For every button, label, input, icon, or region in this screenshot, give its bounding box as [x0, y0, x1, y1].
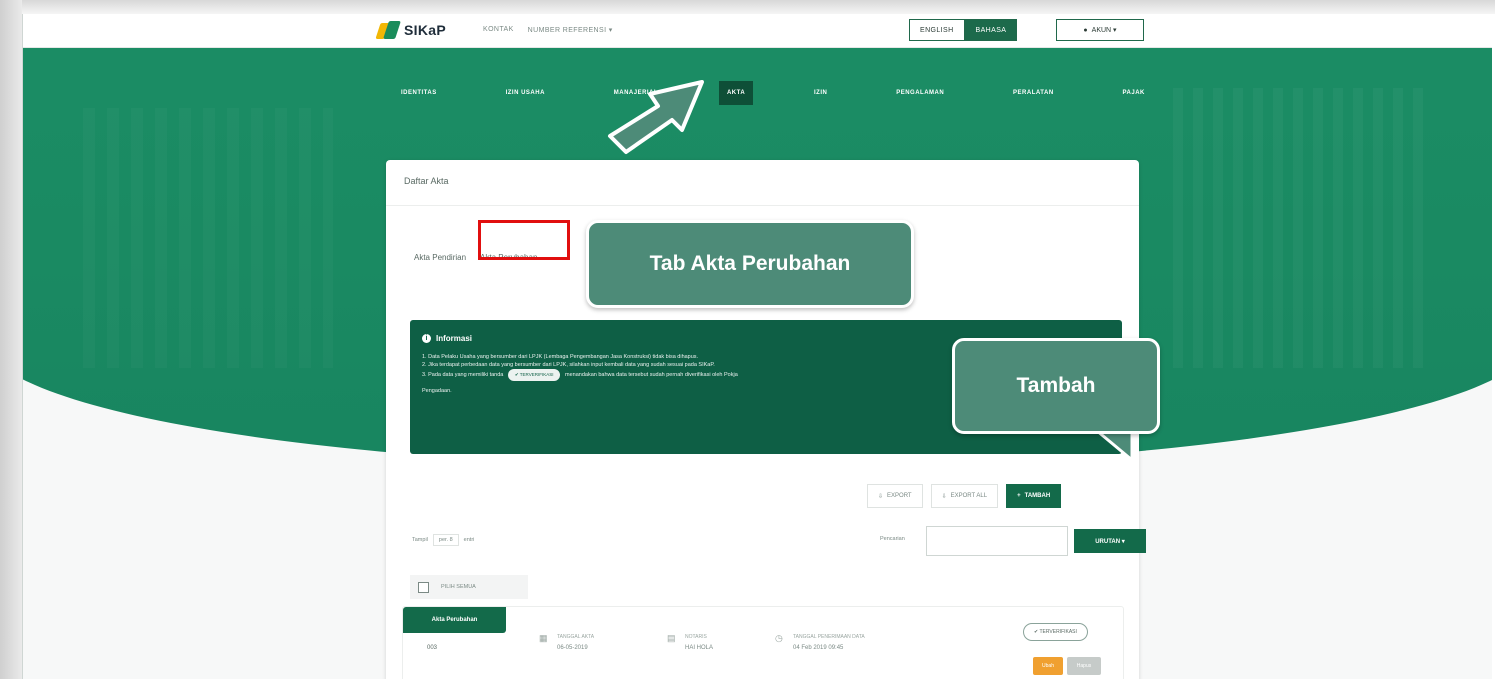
export-all-icon: ⇩	[941, 493, 947, 500]
export-label: EXPORT	[887, 493, 912, 499]
export-all-button[interactable]: ⇩ EXPORT ALL	[930, 484, 999, 508]
tanggal-label: TANGGAL AKTA	[557, 634, 595, 640]
select-all-checkbox[interactable]	[418, 581, 429, 593]
export-icon: ⇩	[878, 493, 884, 500]
notaris-label: NOTARIS	[685, 634, 707, 640]
col-tanggal: ▦ TANGGAL AKTA 06-05-2019	[539, 633, 594, 655]
show-entries: Tampil per. 8 entri	[412, 534, 474, 546]
show-suffix: entri	[463, 537, 475, 543]
calendar-icon: ▦	[539, 633, 548, 643]
plus-icon: +	[1017, 493, 1021, 499]
export-button[interactable]: ⇩ EXPORT	[867, 484, 923, 508]
menu-pajak[interactable]: PAJAK	[1115, 81, 1153, 105]
col-notaris: ▤ NOTARIS HAI HOLA	[667, 633, 713, 655]
penerimaan-value: 04 Feb 2019 09:45	[793, 645, 844, 651]
verified-pill: ✔ TERVERIFIKASI	[507, 369, 561, 381]
document-icon: ▤	[667, 633, 676, 643]
language-switch: ENGLISH BAHASA	[909, 19, 1018, 41]
penerimaan-label: TANGGAL PENERIMAAN DATA	[793, 634, 865, 640]
menu-izin[interactable]: IZIN	[806, 81, 835, 105]
select-all-label: PILIH SEMUA	[441, 584, 476, 590]
main-menu: IDENTITAS IZIN USAHA MANAJERIAL AKTA IZI…	[393, 81, 1153, 105]
top-nav: KONTAK NUMBER REFERENSI ▾	[483, 26, 613, 34]
row-type-tag: Akta Perubahan	[403, 607, 506, 633]
edit-button[interactable]: Ubah	[1033, 657, 1063, 675]
info-icon: i	[422, 334, 431, 343]
hero-building-left	[83, 108, 333, 368]
verified-badge: ✔ TERVERIFIKASI	[1023, 623, 1088, 641]
account-dropdown[interactable]: ● AKUN ▾	[1056, 19, 1144, 41]
search-input[interactable]	[926, 526, 1068, 556]
delete-button[interactable]: Hapus	[1067, 657, 1101, 675]
clock-icon: ◷	[775, 633, 783, 643]
tambah-label: TAMBAH	[1024, 493, 1051, 499]
top-nav-kontak[interactable]: KONTAK	[483, 26, 514, 34]
browser-viewport: SIKaP KONTAK NUMBER REFERENSI ▾ ENGLISH …	[22, 14, 1492, 679]
select-all[interactable]: PILIH SEMUA	[410, 575, 528, 599]
row-number: 003	[427, 645, 438, 651]
account-label: AKUN ▾	[1091, 27, 1117, 34]
tanggal-value: 06-05-2019	[557, 645, 588, 651]
info-line-3a: 3. Pada data yang memiliki tanda	[422, 372, 504, 378]
logo-icon	[375, 21, 401, 39]
callout-tambah: Tambah	[952, 338, 1160, 434]
tambah-button[interactable]: + TAMBAH	[1006, 484, 1062, 508]
table-controls: Tampil per. 8 entri Pencarian URUTAN ▾	[412, 526, 1146, 556]
menu-izin-usaha[interactable]: IZIN USAHA	[498, 81, 553, 105]
frame-shadow-left	[0, 0, 22, 679]
screenshot-frame: SIKaP KONTAK NUMBER REFERENSI ▾ ENGLISH …	[0, 0, 1495, 679]
show-label: Tampil	[412, 537, 428, 543]
lang-english-button[interactable]: ENGLISH	[909, 19, 965, 41]
callout-tab-akta-perubahan: Tab Akta Perubahan	[586, 220, 914, 308]
menu-pengalaman[interactable]: PENGALAMAN	[888, 81, 952, 105]
info-title-text: Informasi	[436, 334, 473, 343]
menu-akta[interactable]: AKTA	[718, 81, 754, 105]
tab-akta-pendirian[interactable]: Akta Pendirian	[412, 249, 468, 266]
action-buttons: ⇩ EXPORT ⇩ EXPORT ALL + TAMBAH	[867, 484, 1062, 508]
menu-peralatan[interactable]: PERALATAN	[1005, 81, 1062, 105]
user-icon: ●	[1083, 26, 1088, 34]
hero-building-right	[1173, 88, 1423, 368]
frame-shadow-top	[0, 0, 1495, 14]
app-logo[interactable]: SIKaP	[375, 21, 446, 39]
export-all-label: EXPORT ALL	[950, 493, 988, 499]
menu-identitas[interactable]: IDENTITAS	[393, 81, 445, 105]
notaris-value: HAI HOLA	[685, 645, 714, 651]
sort-button[interactable]: URUTAN ▾	[1074, 529, 1146, 553]
top-nav-referensi[interactable]: NUMBER REFERENSI ▾	[528, 26, 613, 34]
col-penerimaan: ◷ TANGGAL PENERIMAAN DATA 04 Feb 2019 09…	[775, 633, 865, 655]
lang-bahasa-button[interactable]: BAHASA	[964, 19, 1018, 41]
card-title: Daftar Akta	[386, 160, 1139, 206]
logo-text: SIKaP	[404, 22, 446, 38]
show-select[interactable]: per. 8	[432, 534, 459, 546]
search-label: Pencarian	[880, 536, 905, 542]
top-bar: SIKaP KONTAK NUMBER REFERENSI ▾ ENGLISH …	[23, 14, 1492, 48]
info-line-3b: menandakan bahwa data tersebut sudah per…	[565, 372, 738, 378]
tab-highlight-box	[478, 220, 570, 260]
arrow-pointer-icon	[608, 80, 704, 154]
akta-row: Akta Perubahan 003 ▦ TANGGAL AKTA 06-05-…	[402, 606, 1124, 679]
